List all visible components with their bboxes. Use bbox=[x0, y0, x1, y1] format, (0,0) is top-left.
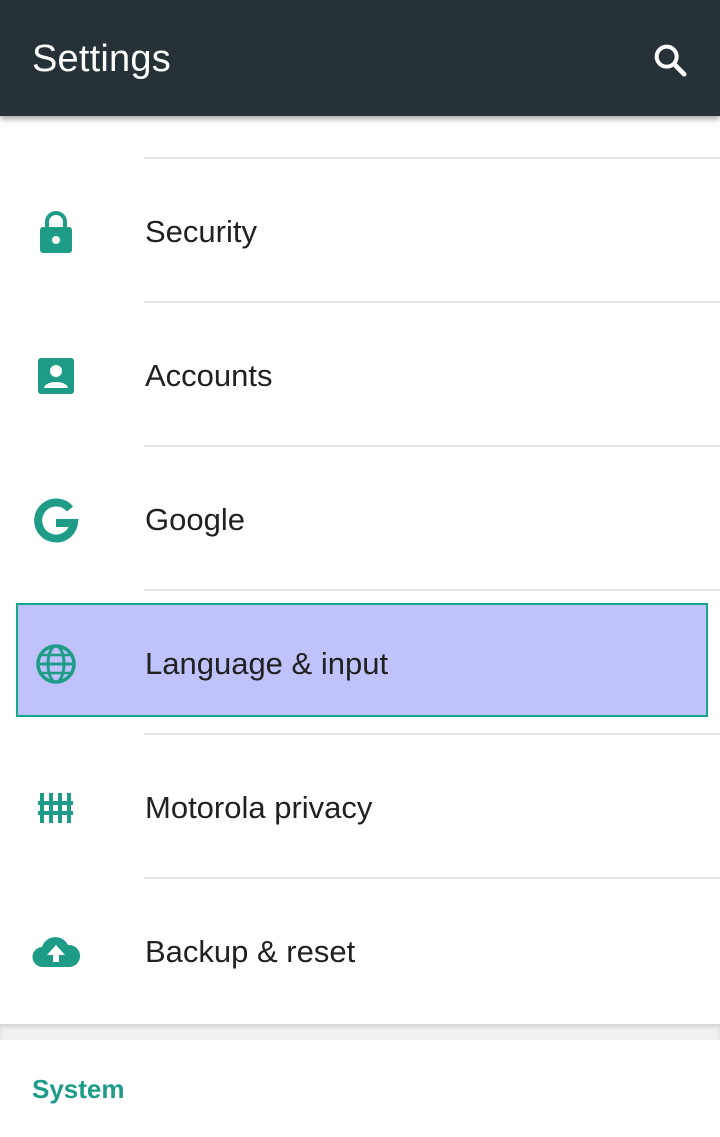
list-divider bbox=[144, 733, 720, 735]
settings-item-label: Language & input bbox=[145, 646, 389, 681]
google-icon bbox=[28, 492, 84, 548]
settings-list: Security Accounts Google Language & inpu… bbox=[0, 116, 720, 1024]
settings-item-motorola-privacy[interactable]: Motorola privacy bbox=[0, 736, 720, 880]
app-bar: Settings bbox=[0, 0, 720, 116]
settings-item-security[interactable]: Security bbox=[0, 160, 720, 304]
list-divider bbox=[144, 157, 720, 159]
settings-item-label: Security bbox=[145, 214, 257, 249]
account-box-icon bbox=[28, 348, 84, 404]
globe-icon bbox=[28, 636, 84, 692]
list-divider bbox=[144, 445, 720, 447]
lock-icon bbox=[28, 204, 84, 260]
list-divider bbox=[144, 301, 720, 303]
settings-item-label: Backup & reset bbox=[145, 934, 356, 969]
settings-item-google[interactable]: Google bbox=[0, 448, 720, 592]
settings-item-language-input[interactable]: Language & input bbox=[0, 592, 720, 736]
fence-icon bbox=[28, 780, 84, 836]
settings-item-backup-reset[interactable]: Backup & reset bbox=[0, 880, 720, 1024]
section-separator bbox=[0, 1024, 720, 1040]
settings-item-accounts[interactable]: Accounts bbox=[0, 304, 720, 448]
search-icon bbox=[654, 44, 687, 77]
list-divider bbox=[144, 589, 720, 591]
search-button[interactable] bbox=[646, 36, 694, 84]
app-title: Settings bbox=[32, 38, 171, 80]
settings-item-label: Google bbox=[145, 502, 245, 537]
settings-item-label: Accounts bbox=[145, 358, 273, 393]
section-header-system: System bbox=[32, 1074, 125, 1104]
list-divider bbox=[144, 877, 720, 879]
cloud-upload-icon bbox=[28, 924, 84, 980]
settings-item-label: Motorola privacy bbox=[145, 790, 373, 825]
